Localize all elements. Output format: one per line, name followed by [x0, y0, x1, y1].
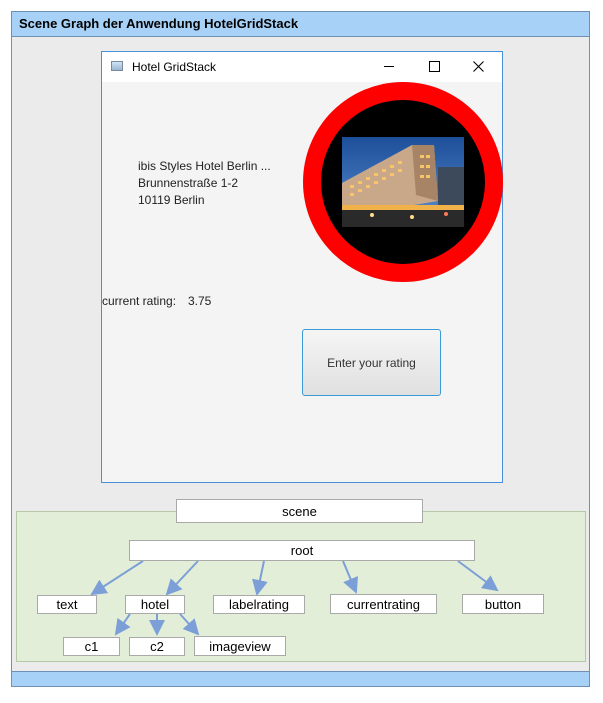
minimize-button[interactable] — [374, 55, 404, 77]
rating-label: current rating: — [102, 294, 177, 308]
close-button[interactable] — [463, 55, 493, 77]
maximize-icon — [428, 60, 440, 72]
window-title: Hotel GridStack — [132, 60, 217, 74]
minimize-icon — [384, 65, 394, 67]
node-text: text — [37, 595, 97, 614]
node-labelrating: labelrating — [213, 595, 305, 614]
node-root: root — [129, 540, 475, 561]
title-bar: Scene Graph der Anwendung HotelGridStack — [12, 12, 589, 37]
maximize-button[interactable] — [419, 55, 449, 77]
rating-value: 3.75 — [188, 294, 212, 308]
window-titlebar: Hotel GridStack — [102, 52, 502, 82]
hotel-window: Hotel GridStack ibis Styles Hotel Berlin… — [101, 51, 503, 483]
enter-rating-button[interactable]: Enter your rating — [302, 329, 441, 396]
page-title: Scene Graph der Anwendung HotelGridStack — [19, 16, 299, 31]
node-button: button — [462, 594, 544, 614]
node-currentrating: currentrating — [330, 594, 437, 614]
hotel-city: 10119 Berlin — [138, 193, 205, 207]
close-icon — [472, 60, 484, 72]
node-scene: scene — [176, 499, 423, 523]
bottom-bar — [12, 671, 589, 686]
hotel-name: ibis Styles Hotel Berlin ... — [138, 159, 271, 173]
app-icon — [111, 61, 123, 71]
node-imageview: imageview — [194, 636, 286, 656]
node-hotel: hotel — [125, 595, 185, 614]
node-c1: c1 — [63, 637, 120, 656]
node-c2: c2 — [129, 637, 185, 656]
hotel-image-ring — [303, 82, 503, 282]
hotel-photo — [342, 137, 464, 227]
hotel-street: Brunnenstraße 1-2 — [138, 176, 239, 190]
